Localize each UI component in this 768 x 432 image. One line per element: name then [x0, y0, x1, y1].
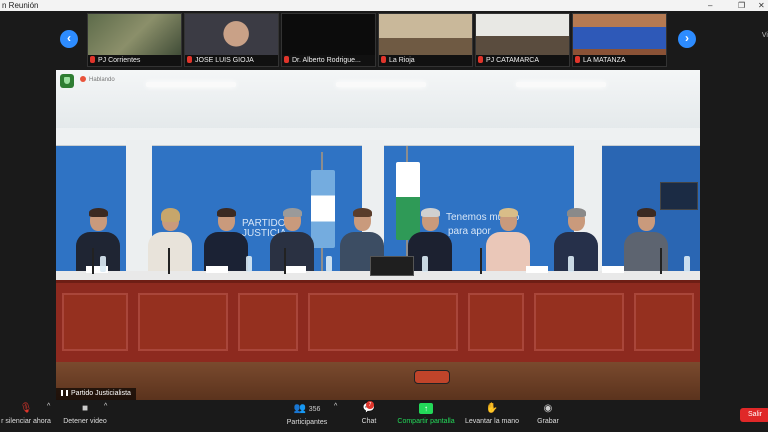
thumbnail-name: PJ CATAMARCA	[486, 57, 540, 64]
participant-thumbnail[interactable]: PJ Corrientes	[87, 13, 182, 67]
thumbnail-video	[185, 14, 278, 58]
leave-meeting-button[interactable]: Salir	[740, 408, 768, 422]
panelist	[552, 208, 600, 276]
maximize-icon[interactable]: ❐	[738, 0, 745, 11]
speaking-indicator: Hablando	[80, 76, 115, 83]
next-page-button[interactable]: ›	[678, 30, 696, 48]
view-button[interactable]: Vi	[762, 32, 768, 39]
stop-video-button[interactable]: ■ Detener video	[62, 403, 108, 425]
laptop	[370, 256, 414, 276]
record-icon: ◉	[543, 403, 553, 414]
muted-mic-icon	[90, 56, 95, 63]
participant-thumbnail[interactable]: Dr. Alberto Rodrigue...	[281, 13, 376, 67]
share-screen-button[interactable]: ↑ Compartir pantalla	[396, 403, 456, 425]
previous-page-button[interactable]: ‹	[60, 30, 78, 48]
participant-thumbnail[interactable]: PJ CATAMARCA	[475, 13, 570, 67]
thumbnail-name: La Rioja	[389, 57, 415, 64]
window-title-bar: n Reunión – ❐ ✕	[0, 0, 768, 11]
participants-button[interactable]: 👥 356 Participantes	[285, 403, 329, 426]
record-button[interactable]: ◉ Grabar	[534, 403, 562, 425]
chat-unread-badge: 7	[366, 401, 374, 409]
panelist	[484, 208, 532, 276]
participant-strip: ‹ PJ Corrientes JOSE LUIS GIOJA Dr. Albe…	[0, 11, 768, 69]
chat-button[interactable]: 💬 7 Chat	[356, 401, 382, 425]
participant-thumbnail[interactable]: JOSE LUIS GIOJA	[184, 13, 279, 67]
chevron-up-icon[interactable]: ^	[334, 403, 337, 410]
muted-mic-icon	[381, 56, 386, 63]
thumbnail-video	[476, 14, 569, 58]
desk-front	[56, 280, 700, 362]
meeting-toolbar: 🎙 r silenciar ahora ^ ■ Detener video ^ …	[0, 400, 768, 432]
minimize-icon[interactable]: –	[708, 0, 712, 11]
speaking-icon	[80, 76, 86, 82]
wooden-floor	[56, 362, 700, 400]
signal-icon	[61, 390, 68, 396]
participant-thumbnail[interactable]: La Rioja	[378, 13, 473, 67]
main-video[interactable]: PARTIDO JUSTICIA Tenemos mucho para apor	[56, 70, 700, 400]
main-participant-label: Partido Justicialista	[56, 388, 136, 400]
chevron-right-icon: ›	[685, 31, 689, 45]
people-icon: 👥	[293, 403, 306, 414]
security-shield-icon[interactable]	[60, 74, 74, 88]
hand-icon: ✋	[485, 403, 499, 414]
thumbnail-name: Dr. Alberto Rodrigue...	[292, 57, 361, 64]
floor-device	[414, 370, 450, 384]
thumbnail-name: JOSE LUIS GIOJA	[195, 57, 254, 64]
mute-button[interactable]: 🎙 r silenciar ahora	[0, 403, 52, 425]
wall-monitor	[660, 182, 698, 210]
thumbnail-video	[379, 14, 472, 58]
thumbnail-name: LA MATANZA	[583, 57, 626, 64]
raise-hand-button[interactable]: ✋ Levantar la mano	[464, 403, 520, 425]
muted-mic-icon	[478, 56, 483, 63]
participant-thumbnail[interactable]: LA MATANZA	[572, 13, 667, 67]
chevron-left-icon: ‹	[67, 31, 71, 45]
participant-count: 356	[308, 406, 321, 413]
thumbnail-name: PJ Corrientes	[98, 57, 141, 64]
thumbnail-video	[282, 14, 375, 58]
ceiling	[56, 70, 700, 134]
window-title: n Reunión	[2, 1, 39, 10]
panelist	[146, 208, 194, 276]
thumbnail-video	[88, 14, 181, 58]
panelist	[622, 208, 670, 276]
chevron-up-icon[interactable]: ^	[47, 403, 50, 410]
close-icon[interactable]: ✕	[758, 0, 765, 11]
thumbnail-video	[573, 14, 666, 58]
muted-microphone-icon: 🎙	[19, 403, 33, 414]
muted-mic-icon	[575, 56, 580, 63]
chevron-up-icon[interactable]: ^	[104, 403, 107, 410]
video-camera-icon: ■	[81, 403, 89, 414]
muted-mic-icon	[284, 56, 289, 63]
muted-mic-icon	[187, 56, 192, 63]
share-screen-icon: ↑	[419, 403, 433, 414]
